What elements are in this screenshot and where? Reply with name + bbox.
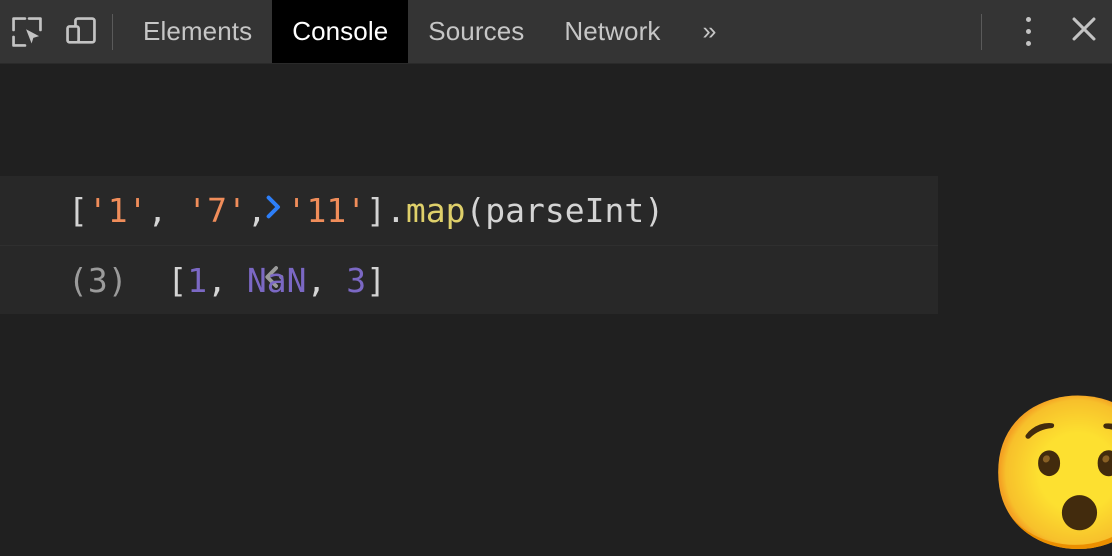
settings-menu-button[interactable]	[1000, 0, 1056, 64]
console-output-row[interactable]: (3) [ 1 , NaN , 3 ]	[0, 245, 938, 314]
more-tabs-button[interactable]: »	[680, 0, 738, 63]
tab-network-label: Network	[564, 16, 661, 46]
inspect-element-icon	[8, 13, 46, 51]
devtools-window: Elements Console Sources Network » ['1'…	[0, 0, 1112, 556]
toolbar-divider-left	[112, 13, 113, 50]
code-token: ].	[366, 191, 406, 230]
kebab-menu-icon	[1025, 14, 1031, 50]
inspect-element-button[interactable]	[0, 0, 54, 63]
close-devtools-button[interactable]	[1056, 0, 1112, 64]
toolbar-divider-right	[981, 13, 982, 50]
astonished-face-emoji: 😯	[985, 389, 1112, 556]
console-output-gutter	[14, 222, 284, 339]
code-token: ,	[207, 260, 247, 300]
tab-sources[interactable]: Sources	[408, 0, 544, 63]
devtools-toolbar: Elements Console Sources Network »	[0, 0, 1112, 64]
code-token: (parseInt)	[465, 191, 665, 230]
tab-elements-label: Elements	[143, 16, 253, 46]
tab-network[interactable]: Network	[544, 0, 680, 63]
tab-elements[interactable]: Elements	[123, 0, 272, 63]
code-token: '11'	[286, 191, 367, 230]
tab-console-label: Console	[292, 16, 389, 46]
code-token: 1	[187, 260, 208, 300]
panel-tabs: Elements Console Sources Network »	[123, 0, 738, 63]
code-token: [	[167, 260, 188, 300]
tab-console[interactable]: Console	[272, 0, 409, 63]
console-panel[interactable]: [ '1' , '7' , '11' ]. map (parseInt) (3)…	[0, 65, 1112, 556]
tab-sources-label: Sources	[428, 16, 525, 46]
chevron-double-right-icon: »	[702, 17, 717, 45]
code-token: NaN	[246, 260, 307, 300]
code-token: map	[405, 191, 466, 230]
code-token: 3	[346, 260, 367, 300]
console-message-group: [ '1' , '7' , '11' ]. map (parseInt) (3)…	[0, 176, 938, 314]
close-icon	[1067, 12, 1101, 51]
code-token: ,	[306, 260, 347, 300]
toolbar-right-controls	[971, 0, 1112, 63]
device-toolbar-icon	[62, 13, 100, 51]
array-length-label: (3)	[68, 260, 128, 300]
console-output-value: (3) [ 1 , NaN , 3 ]	[68, 261, 386, 300]
code-token: ]	[366, 260, 386, 300]
device-toolbar-button[interactable]	[54, 0, 108, 63]
